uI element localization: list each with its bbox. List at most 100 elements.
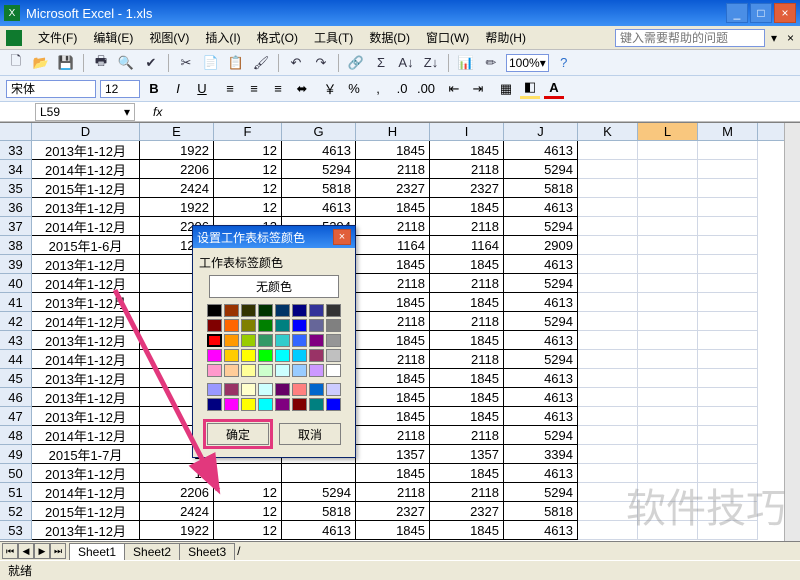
cell[interactable] — [698, 407, 758, 426]
cell[interactable]: 4613 — [504, 464, 578, 483]
close-button[interactable]: × — [774, 3, 796, 23]
cell[interactable]: 1845 — [356, 407, 430, 426]
row-header[interactable]: 46 — [0, 388, 32, 407]
save-icon[interactable]: 💾 — [56, 53, 76, 73]
cell[interactable]: 12 — [214, 141, 282, 160]
color-swatch[interactable] — [326, 334, 341, 347]
cell[interactable] — [638, 236, 698, 255]
row-header[interactable]: 43 — [0, 331, 32, 350]
row-header[interactable]: 37 — [0, 217, 32, 236]
color-swatch[interactable] — [258, 349, 273, 362]
cell[interactable] — [638, 445, 698, 464]
cell[interactable]: 12 — [214, 502, 282, 521]
cell[interactable] — [578, 407, 638, 426]
menu-item[interactable]: 编辑(E) — [85, 29, 141, 47]
cell[interactable]: 1357 — [356, 445, 430, 464]
cell[interactable]: 2013年1-12月 — [32, 369, 140, 388]
cell[interactable] — [578, 331, 638, 350]
row-header[interactable]: 40 — [0, 274, 32, 293]
cell[interactable]: 1845 — [430, 331, 504, 350]
color-swatch[interactable] — [241, 398, 256, 411]
cell[interactable]: 2909 — [504, 236, 578, 255]
cell[interactable] — [638, 179, 698, 198]
cell[interactable]: 2014年1-12月 — [32, 274, 140, 293]
cell[interactable]: 1922 — [140, 198, 214, 217]
sheet-tab[interactable]: Sheet2 — [124, 543, 180, 560]
color-swatch[interactable] — [241, 364, 256, 377]
color-swatch[interactable] — [207, 349, 222, 362]
color-swatch[interactable] — [275, 364, 290, 377]
cell[interactable]: 2015年1-6月 — [32, 236, 140, 255]
cell[interactable] — [578, 160, 638, 179]
cut-icon[interactable]: ✂ — [176, 53, 196, 73]
color-swatch[interactable] — [275, 334, 290, 347]
menu-item[interactable]: 文件(F) — [30, 29, 85, 47]
row-header[interactable]: 48 — [0, 426, 32, 445]
col-header-H[interactable]: H — [356, 123, 430, 140]
cell[interactable]: 2118 — [356, 217, 430, 236]
cell[interactable]: 2327 — [356, 179, 430, 198]
col-header-D[interactable]: D — [32, 123, 140, 140]
cell[interactable] — [578, 464, 638, 483]
cell[interactable]: 1845 — [356, 255, 430, 274]
cell[interactable]: 5294 — [282, 160, 356, 179]
color-swatch[interactable] — [326, 364, 341, 377]
row-header[interactable]: 42 — [0, 312, 32, 331]
cell[interactable]: 5294 — [504, 426, 578, 445]
color-swatch[interactable] — [326, 304, 341, 317]
color-swatch[interactable] — [207, 304, 222, 317]
menu-item[interactable]: 格式(O) — [249, 29, 306, 47]
cell[interactable]: 12 — [214, 521, 282, 540]
underline-icon[interactable]: U — [192, 79, 212, 99]
cell[interactable]: 1845 — [356, 369, 430, 388]
cell[interactable]: 5294 — [504, 274, 578, 293]
cell[interactable] — [578, 502, 638, 521]
cell[interactable]: 5294 — [504, 483, 578, 502]
cell[interactable] — [638, 312, 698, 331]
print-icon[interactable]: 🖶 — [91, 53, 111, 73]
cell[interactable] — [638, 255, 698, 274]
row-header[interactable]: 47 — [0, 407, 32, 426]
no-color-button[interactable]: 无颜色 — [209, 275, 339, 298]
cell[interactable]: 2118 — [356, 350, 430, 369]
cell[interactable]: 2013年1-12月 — [32, 293, 140, 312]
cell[interactable] — [698, 483, 758, 502]
cell[interactable] — [638, 198, 698, 217]
font-size-combo[interactable] — [100, 80, 140, 98]
zoom-combo[interactable]: 100% ▾ — [506, 54, 549, 72]
color-swatch[interactable] — [224, 364, 239, 377]
cell[interactable]: 2327 — [356, 502, 430, 521]
percent-icon[interactable]: % — [344, 79, 364, 99]
row-header[interactable]: 50 — [0, 464, 32, 483]
cell[interactable] — [638, 217, 698, 236]
cell[interactable] — [698, 369, 758, 388]
cell[interactable] — [698, 464, 758, 483]
cell[interactable]: 1845 — [430, 369, 504, 388]
cell[interactable] — [578, 255, 638, 274]
format-painter-icon[interactable]: 🖌 — [251, 53, 271, 73]
cell[interactable]: 2118 — [356, 483, 430, 502]
cell[interactable] — [638, 331, 698, 350]
row-header[interactable]: 34 — [0, 160, 32, 179]
color-swatch[interactable] — [258, 334, 273, 347]
minimize-button[interactable]: _ — [726, 3, 748, 23]
col-header-J[interactable]: J — [504, 123, 578, 140]
color-swatch[interactable] — [241, 349, 256, 362]
borders-icon[interactable]: ▦ — [496, 79, 516, 99]
inc-indent-icon[interactable]: ⇥ — [468, 79, 488, 99]
cell[interactable]: 2118 — [356, 426, 430, 445]
drawing-icon[interactable]: ✏ — [481, 53, 501, 73]
cell[interactable]: 2014年1-12月 — [32, 350, 140, 369]
cell[interactable]: 2015年1-7月 — [32, 445, 140, 464]
cell[interactable] — [698, 141, 758, 160]
cell[interactable] — [578, 198, 638, 217]
row-header[interactable]: 38 — [0, 236, 32, 255]
cell[interactable]: 1845 — [430, 198, 504, 217]
select-all-corner[interactable] — [0, 123, 32, 141]
cell[interactable]: 2118 — [356, 312, 430, 331]
cell[interactable]: 4613 — [504, 293, 578, 312]
cell[interactable]: 1845 — [356, 464, 430, 483]
cell[interactable] — [282, 464, 356, 483]
dec-indent-icon[interactable]: ⇤ — [444, 79, 464, 99]
cell[interactable] — [698, 331, 758, 350]
